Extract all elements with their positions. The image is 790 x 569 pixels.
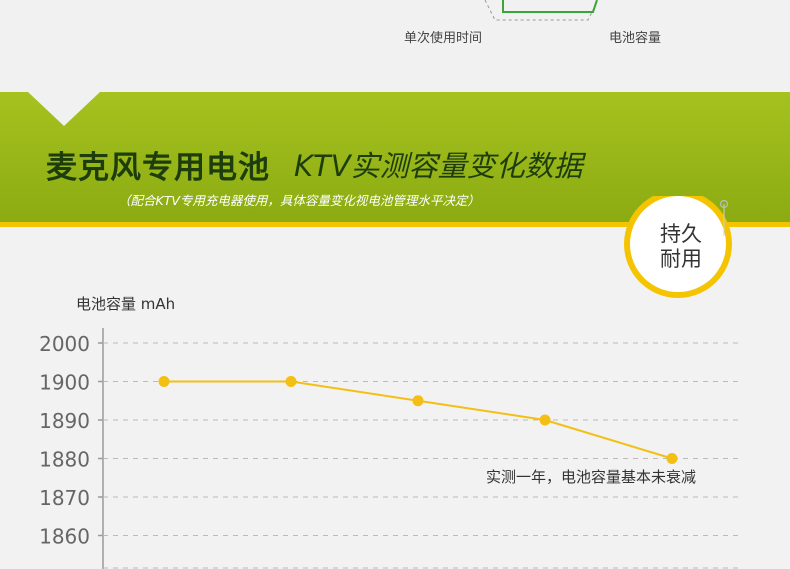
data-point [666, 453, 678, 464]
data-point [539, 414, 551, 426]
y-tick-label: 1890 [39, 409, 90, 433]
data-point [285, 376, 297, 387]
y-tick-label: 2000 [39, 332, 90, 356]
y-tick-label: 1880 [39, 448, 90, 472]
chart-annotation: 实测一年，电池容量基本未衰减 [486, 468, 697, 486]
y-tick-label: 1870 [39, 486, 90, 510]
data-point [412, 395, 424, 407]
y-tick-label: 1900 [39, 371, 90, 395]
y-tick-label: 1860 [39, 525, 90, 549]
data-point [158, 376, 170, 387]
